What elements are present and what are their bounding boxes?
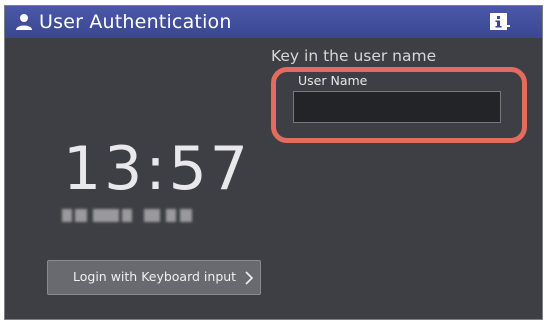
clock-time: 13:57	[63, 134, 251, 204]
window-title: User Authentication	[39, 11, 232, 33]
user-icon	[16, 14, 32, 30]
obscured-date	[62, 209, 192, 222]
title-bar: User Authentication	[5, 6, 542, 38]
chevron-right-icon	[245, 271, 254, 285]
keyboard-login-label: Login with Keyboard input	[73, 269, 237, 284]
keyboard-login-button[interactable]: Login with Keyboard input	[47, 260, 261, 295]
info-icon[interactable]	[489, 12, 511, 32]
user-name-prompt: Key in the user name	[271, 47, 437, 65]
auth-screen: User Authentication Key in the user name…	[4, 5, 543, 320]
highlight-annotation	[271, 67, 527, 143]
